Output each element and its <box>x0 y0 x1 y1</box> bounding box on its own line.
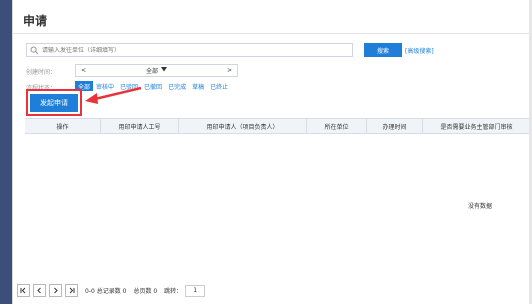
launch-application-button[interactable]: 发起申请 <box>30 94 78 112</box>
jump-page-input[interactable]: 1 <box>185 284 206 297</box>
date-next-button[interactable]: > <box>227 67 232 74</box>
search-input[interactable] <box>42 46 342 54</box>
table-header: 操作 用印申请人工号 用印申请人（项目负责人） 所在单位 办理时间 是否需要业务… <box>25 118 530 134</box>
last-page-icon <box>69 287 75 294</box>
search-icon <box>30 46 39 55</box>
column-header-applicant-id[interactable]: 用印申请人工号 <box>101 119 179 133</box>
status-terminated[interactable]: 已终止 <box>207 81 231 91</box>
record-summary: 0-0 总记录数 0 <box>85 288 127 295</box>
page-title: 申请 <box>23 14 48 28</box>
status-completed[interactable]: 已完成 <box>165 81 189 91</box>
status-draft[interactable]: 草稿 <box>189 81 207 91</box>
column-header-applicant-name[interactable]: 用印申请人（项目负责人） <box>179 119 307 133</box>
date-filter-label: 创建时间： <box>26 69 57 76</box>
first-page-button[interactable] <box>17 284 30 297</box>
column-header-process-time[interactable]: 办理时间 <box>367 119 423 133</box>
status-withdrawn[interactable]: 已撤回 <box>141 81 165 91</box>
column-header-action[interactable]: 操作 <box>25 119 101 133</box>
column-header-department[interactable]: 所在单位 <box>307 119 367 133</box>
title-divider <box>13 33 530 34</box>
advanced-search-link[interactable]: [高级搜索] <box>405 46 434 55</box>
first-page-icon <box>20 287 26 294</box>
next-page-icon <box>54 287 58 294</box>
date-filter-select[interactable]: < 全部 > <box>75 64 238 77</box>
date-prev-button[interactable]: < <box>81 67 86 74</box>
pointer-arrow-icon <box>85 86 142 104</box>
empty-data-text: 没有数据 <box>468 203 493 210</box>
main-panel: 申请 搜索 [高级搜索] 创建时间： < 全部 > 流程状态： 全部 审核中 已… <box>12 0 530 304</box>
pagination: 0-0 总记录数 0 总页数 0 跳转： 1 <box>17 284 206 297</box>
last-page-button[interactable] <box>65 284 78 297</box>
column-header-dept-review[interactable]: 是否需要业务主管部门审核 <box>423 119 530 133</box>
sidebar-strip <box>0 0 12 304</box>
prev-page-button[interactable] <box>33 284 46 297</box>
jump-label: 跳转： <box>164 288 183 295</box>
total-pages: 总页数 0 <box>133 288 158 295</box>
search-box[interactable] <box>26 43 353 57</box>
next-page-button[interactable] <box>49 284 62 297</box>
dropdown-arrow-icon <box>161 67 167 74</box>
table-body <box>25 134 530 273</box>
prev-page-icon <box>37 287 41 294</box>
search-button[interactable]: 搜索 <box>364 43 402 57</box>
date-filter-value: 全部 <box>145 68 158 75</box>
